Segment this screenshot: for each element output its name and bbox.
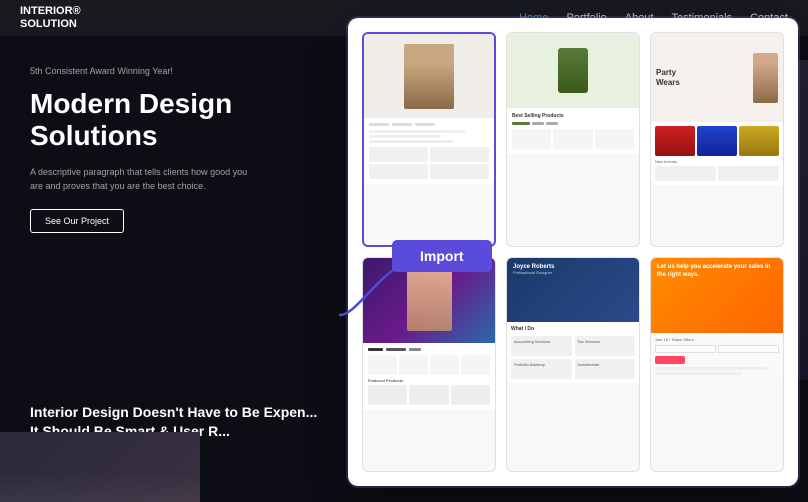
card6-line [655, 367, 767, 370]
card2-nav-item [532, 122, 544, 125]
card4-products-grid [368, 355, 490, 375]
card2-nav-item [512, 122, 530, 125]
card5-service-item: Portfolio Advisory [511, 359, 572, 379]
card3-woman-figure [753, 53, 778, 103]
card5-service-label: Accounting Services [514, 339, 569, 344]
card5-what-i-do: What I Do [511, 326, 635, 332]
card3-body: New Arrivals [651, 122, 783, 185]
card2-product-figure [558, 48, 588, 93]
card2-product-item [512, 129, 551, 149]
card6-line [655, 372, 742, 375]
card2-nav-item [546, 122, 558, 125]
card6-tagline-text: Let us help you accelerate your sales in… [657, 264, 777, 280]
card1-grid-item [430, 147, 489, 162]
card1-nav [369, 123, 489, 126]
card3-dress-red [655, 126, 695, 156]
card6-name-input [718, 345, 779, 353]
card2-nav [512, 122, 634, 125]
template-card-2[interactable]: Best Selling Products [506, 32, 640, 247]
template-card-6[interactable]: Let us help you accelerate your sales in… [650, 257, 784, 472]
card2-product-item [595, 129, 634, 149]
card4-girl-figure [407, 271, 452, 331]
card5-service-item: Accounting Services [511, 336, 572, 356]
card6-header: Let us help you accelerate your sales in… [651, 258, 783, 333]
card1-grid [369, 147, 489, 179]
card6-form-row [655, 345, 779, 353]
card5-subtitle: Professional Designer [513, 270, 633, 275]
card2-preview: Best Selling Products [507, 33, 639, 246]
card1-preview [364, 34, 494, 245]
card5-service-label: Tax Services [578, 339, 633, 344]
card1-text-lines [369, 130, 489, 143]
card4-nav-item [409, 348, 421, 351]
card2-products [512, 129, 634, 149]
card5-body: What I Do Accounting Services Tax Servic… [507, 322, 639, 383]
card4-nav-item [368, 348, 383, 351]
card1-nav-dot [415, 123, 435, 126]
card5-services-grid: Accounting Services Tax Services Portfol… [511, 336, 635, 379]
background-room-thumbnail [0, 432, 200, 502]
card1-grid-item [369, 147, 428, 162]
card4-product-item [368, 355, 397, 375]
hero-description: A descriptive paragraph that tells clien… [30, 166, 250, 193]
card3-dress-blue [697, 126, 737, 156]
card2-product-item [553, 129, 592, 149]
template-card-3[interactable]: PartyWears New Arrivals [650, 32, 784, 247]
card5-preview: Joyce Roberts Professional Designer What… [507, 258, 639, 471]
card5-service-label: Portfolio Advisory [514, 362, 569, 367]
card1-line [369, 140, 453, 143]
card4-nav [368, 348, 490, 351]
card1-header [364, 34, 494, 118]
card3-header: PartyWears [651, 33, 783, 122]
card1-line [369, 130, 465, 133]
card4-product-item [461, 355, 490, 375]
card1-person-figure [404, 44, 454, 109]
card3-dress-grid [655, 126, 779, 156]
import-button[interactable]: Import [392, 240, 492, 272]
card4-product-item [430, 355, 459, 375]
card1-body [364, 118, 494, 184]
card5-service-item: Investments [575, 359, 636, 379]
card5-service-label: Investments [578, 362, 633, 367]
card6-body: Join 1K+ Sales Offers [651, 333, 783, 379]
card5-header: Joyce Roberts Professional Designer [507, 258, 639, 322]
card6-lines [655, 367, 779, 375]
template-card-5[interactable]: Joyce Roberts Professional Designer What… [506, 257, 640, 472]
card6-cta-button [655, 356, 685, 364]
template-card-4[interactable]: Featured Products [362, 257, 496, 472]
card1-nav-dot [392, 123, 412, 126]
card1-grid-item [430, 164, 489, 179]
card3-title: PartyWears [656, 68, 748, 87]
card1-grid-item [369, 164, 428, 179]
background-logo: INTERIOR® SOLUTION [20, 5, 81, 31]
card4-preview: Featured Products [363, 258, 495, 471]
hero-cta-button[interactable]: See Our Project [30, 209, 124, 233]
card1-nav-dot [369, 123, 389, 126]
card3-preview: PartyWears New Arrivals [651, 33, 783, 246]
card3-new-arrivals-label: New Arrivals [655, 159, 779, 164]
card3-text-area: PartyWears [656, 68, 748, 87]
card4-nav-item [386, 348, 406, 351]
card2-header [507, 33, 639, 108]
card1-line [369, 135, 441, 138]
card6-email-input [655, 345, 716, 353]
card6-button-row [655, 356, 779, 364]
card3-dress-yellow [739, 126, 779, 156]
template-card-1[interactable] [362, 32, 496, 247]
card2-body: Best Selling Products [507, 108, 639, 154]
card2-title: Best Selling Products [512, 113, 634, 119]
card5-service-item: Tax Services [575, 336, 636, 356]
card4-body: Featured Products [363, 343, 495, 410]
card6-preview: Let us help you accelerate your sales in… [651, 258, 783, 471]
card4-product-item [399, 355, 428, 375]
